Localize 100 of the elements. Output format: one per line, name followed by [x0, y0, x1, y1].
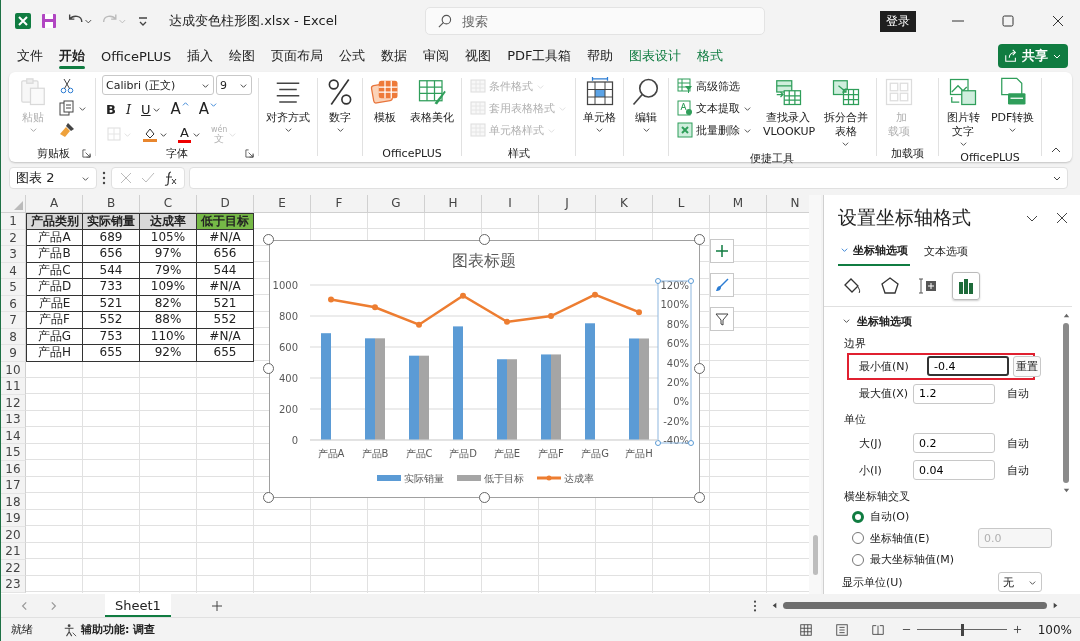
scroll-up-icon[interactable]: [1061, 311, 1071, 320]
resize-handle[interactable]: [478, 492, 490, 503]
column-header[interactable]: I: [482, 195, 539, 213]
sheet-tab[interactable]: Sheet1: [105, 594, 171, 617]
share-button[interactable]: 共享: [998, 44, 1068, 68]
more-icon[interactable]: [752, 598, 758, 613]
line-point[interactable]: [460, 292, 466, 299]
radio-button[interactable]: [852, 510, 864, 523]
font-size-field[interactable]: 9: [216, 75, 252, 95]
row-header[interactable]: 17: [1, 477, 26, 494]
section-header[interactable]: 坐标轴选项: [842, 313, 1060, 331]
row-header[interactable]: 1: [1, 213, 26, 230]
ribbon-button[interactable]: 模板: [365, 75, 405, 127]
ribbon-tab[interactable]: 页面布局: [263, 43, 332, 69]
row-header[interactable]: 5: [1, 279, 26, 296]
input-field[interactable]: 1.2: [913, 383, 995, 404]
font-style-button[interactable]: B: [102, 98, 120, 120]
chart-styles-button[interactable]: [710, 273, 734, 297]
line-point[interactable]: [548, 313, 554, 319]
pane-icon-tab[interactable]: [952, 272, 980, 300]
column-header[interactable]: L: [653, 195, 710, 213]
ribbon-tab[interactable]: 公式: [331, 43, 374, 69]
scroll-left-icon[interactable]: [770, 601, 779, 610]
scroll-right-icon[interactable]: [1051, 601, 1060, 610]
font-style-button[interactable]: A: [166, 98, 193, 120]
row-header[interactable]: 3: [1, 246, 26, 263]
resize-handle[interactable]: [694, 492, 705, 503]
scroll-thumb[interactable]: [783, 602, 1047, 609]
scroll-thumb[interactable]: [1063, 323, 1069, 483]
resize-handle[interactable]: [694, 234, 705, 245]
ribbon-button[interactable]: 数字: [320, 75, 360, 137]
ribbon-tab[interactable]: 数据: [373, 43, 416, 69]
ribbon-tab[interactable]: 文件: [9, 43, 51, 69]
column-header[interactable]: F: [311, 195, 368, 213]
search-field[interactable]: 搜索: [425, 7, 765, 35]
close-icon[interactable]: [1054, 210, 1070, 226]
add-sheet-icon[interactable]: [210, 599, 223, 612]
input-field[interactable]: 0.04: [913, 460, 995, 481]
column-header[interactable]: M: [710, 195, 767, 213]
row-header[interactable]: 21: [1, 543, 26, 560]
font-style-button[interactable]: U: [137, 98, 165, 120]
ribbon-button[interactable]: 图片转文字: [940, 75, 986, 151]
line-point[interactable]: [372, 304, 378, 311]
chart-elements-button[interactable]: [710, 239, 734, 263]
ribbon-button[interactable]: 文本提取: [674, 97, 755, 119]
axis-selection[interactable]: [655, 278, 694, 446]
ribbon-button[interactable]: 表格美化: [405, 75, 459, 127]
name-box[interactable]: 图表 2: [9, 167, 97, 189]
pane-tab[interactable]: 文本选项: [922, 239, 970, 266]
line-point[interactable]: [636, 309, 642, 316]
font-color-button[interactable]: A: [174, 123, 205, 145]
font-style-button[interactable]: A: [194, 98, 222, 120]
row-header[interactable]: 23: [1, 576, 26, 593]
save-icon[interactable]: [39, 11, 59, 31]
ribbon-tab[interactable]: 格式: [689, 43, 732, 69]
column-header[interactable]: J: [539, 195, 596, 213]
dropdown[interactable]: 无: [998, 572, 1042, 593]
dialog-launcher-icon[interactable]: [82, 149, 91, 158]
column-header[interactable]: E: [254, 195, 311, 213]
ribbon-button[interactable]: 拆分合并表格: [817, 75, 874, 151]
resize-handle[interactable]: [263, 234, 274, 245]
row-header[interactable]: 11: [1, 378, 26, 395]
ribbon-tab[interactable]: 视图: [457, 43, 500, 69]
zoom-in-icon[interactable]: [1012, 625, 1022, 634]
chart-title[interactable]: 图表标题: [452, 251, 516, 270]
line-point[interactable]: [592, 291, 598, 298]
normal-view-icon[interactable]: [798, 622, 813, 637]
row-header[interactable]: 19: [1, 510, 26, 527]
column-header[interactable]: D: [197, 195, 254, 213]
line-point[interactable]: [328, 296, 334, 303]
more-icon[interactable]: [101, 170, 107, 186]
ribbon-button[interactable]: 编辑: [626, 75, 666, 137]
column-header[interactable]: B: [83, 195, 140, 213]
font-style-button[interactable]: I: [121, 98, 136, 120]
line-point[interactable]: [416, 321, 422, 328]
resize-handle[interactable]: [694, 363, 705, 374]
page-layout-icon[interactable]: [834, 622, 849, 637]
zoom-level[interactable]: 100%: [1037, 622, 1072, 637]
column-header[interactable]: N: [767, 195, 809, 213]
row-header[interactable]: 15: [1, 444, 26, 461]
accessibility-status[interactable]: 辅助功能: 调查: [81, 622, 156, 637]
vertical-scrollbar[interactable]: [809, 195, 821, 594]
row-header[interactable]: 9: [1, 345, 26, 362]
accessibility-icon[interactable]: [63, 622, 77, 637]
pane-tab[interactable]: 坐标轴选项: [838, 239, 910, 266]
function-icon[interactable]: [162, 170, 178, 186]
ribbon-tab[interactable]: OfficePLUS: [93, 43, 180, 69]
ribbon-button[interactable]: 对齐方式: [261, 75, 315, 137]
column-header[interactable]: K: [596, 195, 653, 213]
ribbon-tab[interactable]: 帮助: [579, 43, 622, 69]
column-header[interactable]: G: [368, 195, 425, 213]
line-point[interactable]: [504, 318, 510, 325]
formula-field[interactable]: [189, 167, 1068, 189]
ribbon-button[interactable]: 高级筛选: [674, 75, 755, 97]
ribbon-button[interactable]: PDF转换: [985, 75, 1040, 137]
radio-label[interactable]: 最大坐标轴值(M): [870, 552, 955, 568]
sign-in-button[interactable]: 登录: [880, 10, 916, 32]
row-header[interactable]: 7: [1, 312, 26, 329]
chart-filters-button[interactable]: [710, 307, 734, 331]
ribbon-tab[interactable]: 绘图: [221, 43, 264, 69]
